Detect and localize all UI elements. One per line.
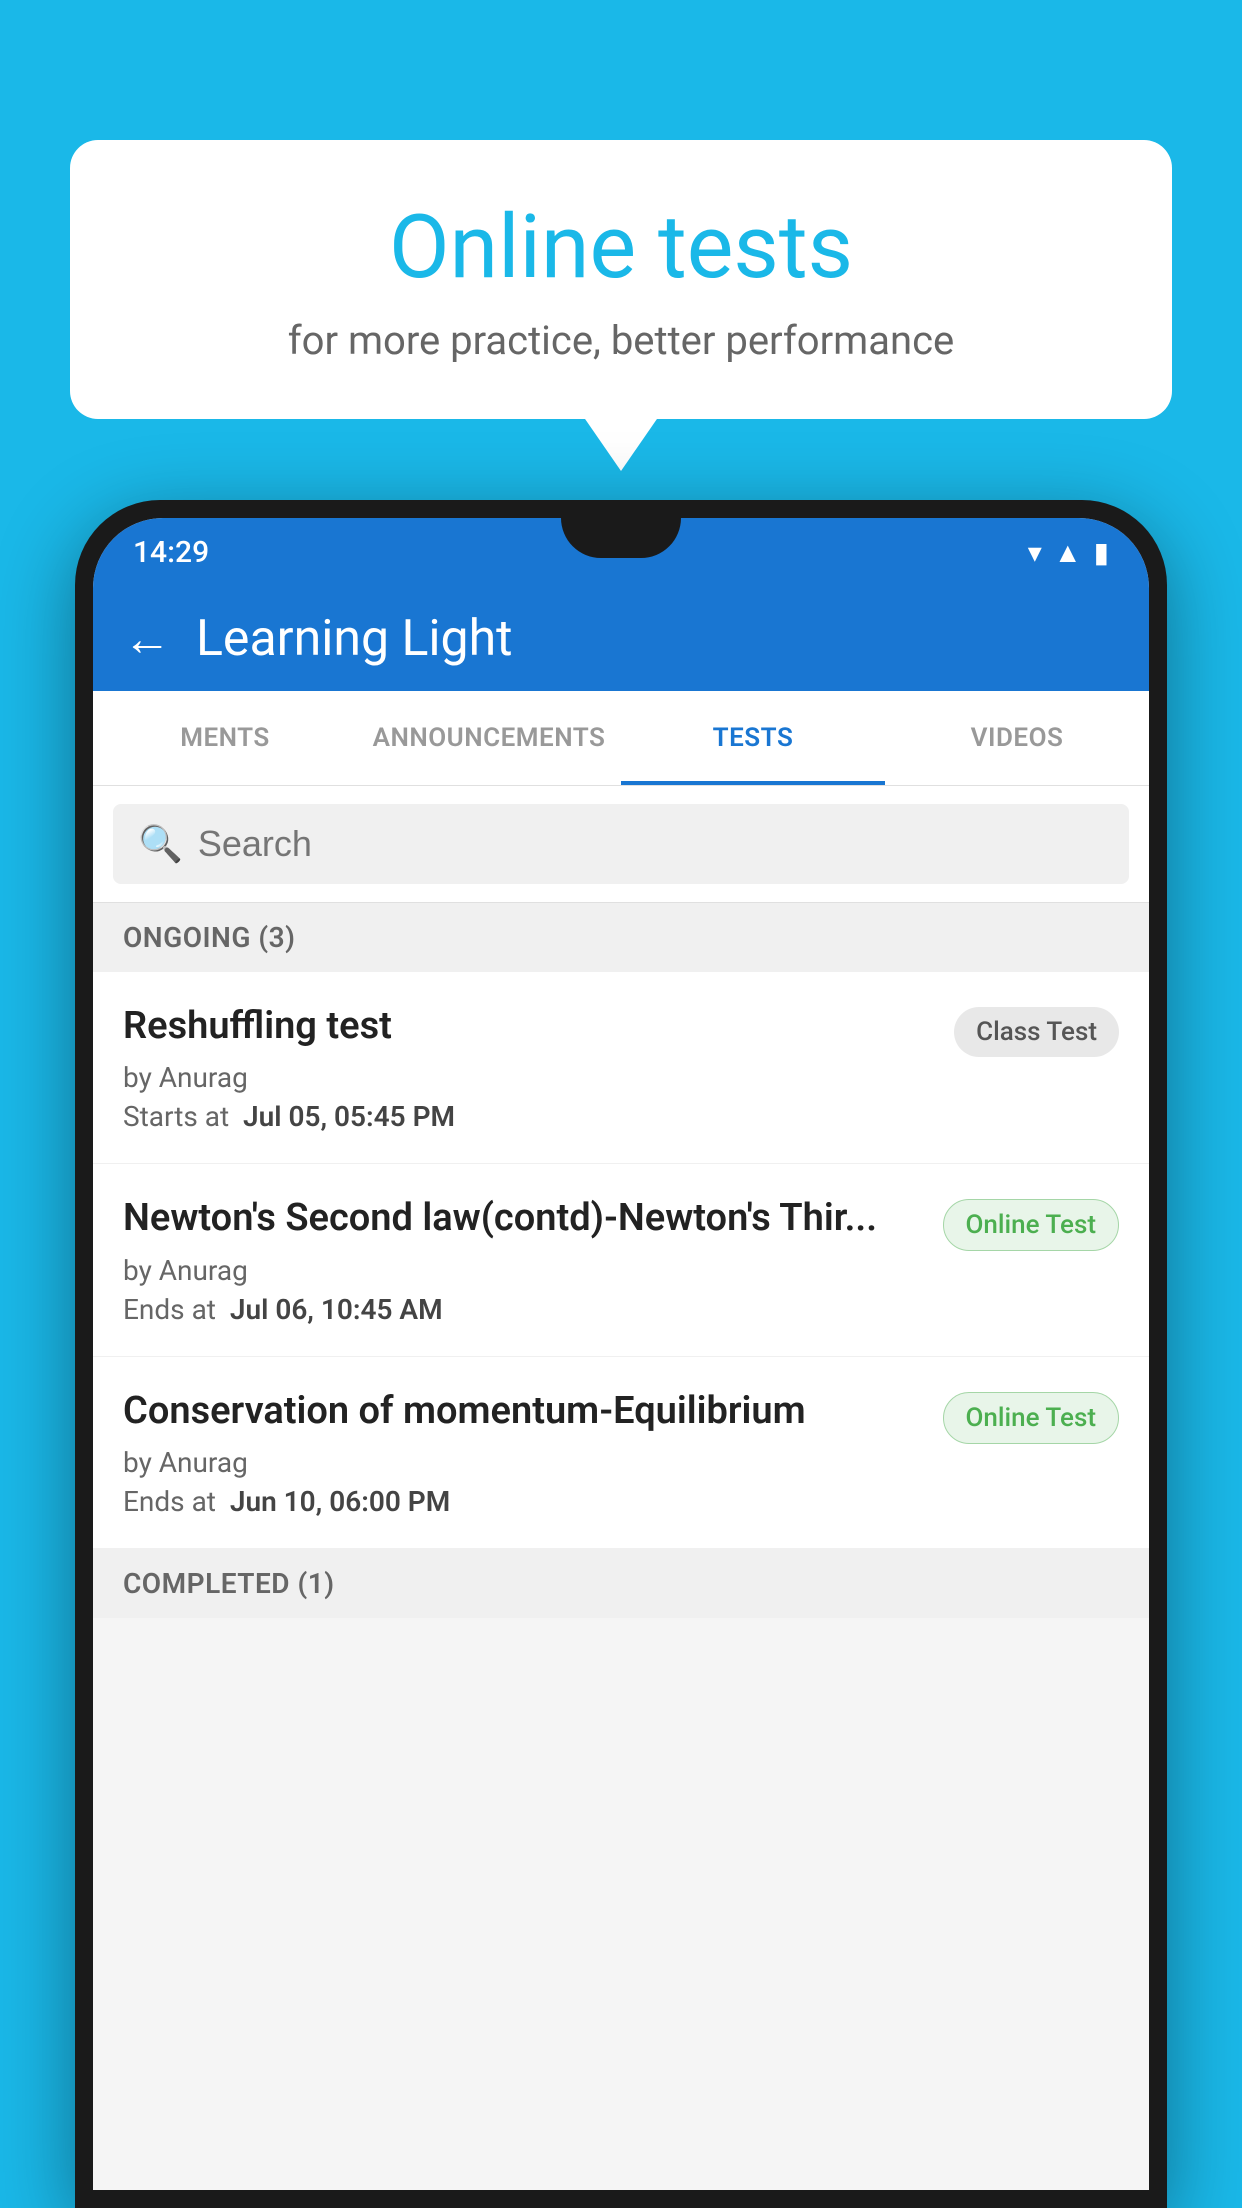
search-input[interactable] (198, 823, 1104, 865)
status-time: 14:29 (133, 535, 209, 570)
search-icon: 🔍 (138, 823, 183, 865)
tab-videos[interactable]: VIDEOS (885, 691, 1149, 785)
phone-screen: 14:29 ▾ ▲ ▮ ← Learning Light MENTS ANNOU… (93, 518, 1149, 2190)
test-time-newtons: Ends at Jul 06, 10:45 AM (123, 1293, 923, 1326)
status-icons: ▾ ▲ ▮ (1028, 536, 1109, 569)
badge-online-test-newtons: Online Test (943, 1199, 1120, 1251)
tab-announcements-label: ANNOUNCEMENTS (373, 723, 606, 753)
tab-announcements[interactable]: ANNOUNCEMENTS (357, 691, 621, 785)
test-info-newtons: Newton's Second law(contd)-Newton's Thir… (123, 1194, 923, 1325)
battery-icon: ▮ (1094, 536, 1109, 569)
test-item-reshuffling[interactable]: Reshuffling test by Anurag Starts at Jul… (93, 972, 1149, 1164)
ongoing-header: ONGOING (3) (93, 903, 1149, 972)
tab-tests[interactable]: TESTS (621, 691, 885, 785)
phone-frame: 14:29 ▾ ▲ ▮ ← Learning Light MENTS ANNOU… (75, 500, 1167, 2208)
tab-videos-label: VIDEOS (971, 723, 1064, 753)
test-author-conservation: by Anurag (123, 1446, 923, 1479)
badge-online-test-conservation: Online Test (943, 1392, 1120, 1444)
app-bar: ← Learning Light (93, 586, 1149, 691)
test-item-newtons[interactable]: Newton's Second law(contd)-Newton's Thir… (93, 1164, 1149, 1356)
signal-icon: ▲ (1054, 536, 1082, 569)
test-author-newtons: by Anurag (123, 1254, 923, 1287)
completed-header: COMPLETED (1) (93, 1549, 1149, 1618)
tab-ments-label: MENTS (180, 723, 270, 753)
test-time-reshuffling: Starts at Jul 05, 05:45 PM (123, 1100, 934, 1133)
tab-bar: MENTS ANNOUNCEMENTS TESTS VIDEOS (93, 691, 1149, 786)
test-title-conservation: Conservation of momentum-Equilibrium (123, 1387, 923, 1436)
bubble-subtitle: for more practice, better performance (120, 317, 1122, 364)
app-title: Learning Light (196, 610, 513, 668)
wifi-icon: ▾ (1028, 536, 1042, 569)
test-title-reshuffling: Reshuffling test (123, 1002, 934, 1051)
tab-ments[interactable]: MENTS (93, 691, 357, 785)
badge-class-test: Class Test (954, 1007, 1119, 1057)
test-author-reshuffling: by Anurag (123, 1061, 934, 1094)
speech-bubble: Online tests for more practice, better p… (70, 140, 1172, 419)
back-button[interactable]: ← (123, 610, 171, 667)
search-bar[interactable]: 🔍 (113, 804, 1129, 884)
test-item-conservation[interactable]: Conservation of momentum-Equilibrium by … (93, 1357, 1149, 1549)
bubble-title: Online tests (120, 200, 1122, 297)
test-time-conservation: Ends at Jun 10, 06:00 PM (123, 1485, 923, 1518)
test-info-reshuffling: Reshuffling test by Anurag Starts at Jul… (123, 1002, 934, 1133)
search-container: 🔍 (93, 786, 1149, 903)
test-title-newtons: Newton's Second law(contd)-Newton's Thir… (123, 1194, 923, 1243)
tab-tests-label: TESTS (713, 723, 794, 753)
test-info-conservation: Conservation of momentum-Equilibrium by … (123, 1387, 923, 1518)
